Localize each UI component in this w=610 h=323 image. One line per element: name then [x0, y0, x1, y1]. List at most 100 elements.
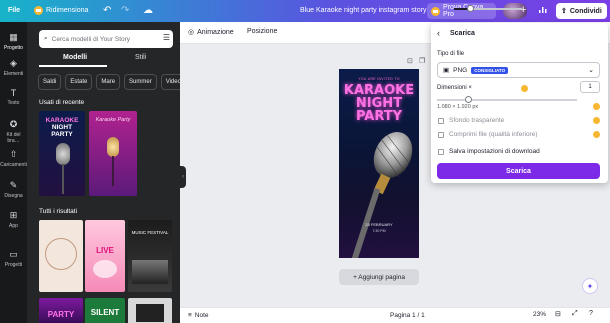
resize-button[interactable]: Ridimensiona	[34, 6, 88, 15]
rail-item-brand[interactable]: ✪ Kit del bra…	[0, 119, 27, 144]
back-icon[interactable]: ‹	[437, 28, 440, 38]
size-slider[interactable]	[437, 96, 577, 103]
search-input[interactable]: ⌕ Cerca modelli di Your Story ☰	[39, 30, 173, 48]
share-button[interactable]: ⇪ Condividi	[556, 3, 607, 19]
file-type-value: PNG	[453, 66, 468, 74]
chip-mare[interactable]: Mare	[96, 74, 121, 90]
file-type-select[interactable]: ▣ PNG CONSIGLIATO ⌄	[437, 62, 600, 78]
recent-title: Usati di recente	[39, 99, 85, 106]
thumb-image	[136, 304, 164, 322]
magic-assistant-icon[interactable]: ✦	[582, 278, 598, 294]
help-icon[interactable]: ?	[589, 310, 593, 317]
design-canvas[interactable]: YOU ARE INVITED TO KARAOKE NIGHT PARTY 2…	[339, 69, 419, 258]
rail-item-uploads[interactable]: ⇧ Caricamenti	[0, 149, 27, 168]
rail-item-project[interactable]: ▦ Progetto	[0, 29, 27, 51]
file-menu[interactable]: File	[8, 7, 20, 14]
duplicate-icon[interactable]: ❐	[419, 57, 425, 65]
share-icon: ⇪	[561, 8, 567, 15]
layout-icon: ▦	[9, 32, 18, 42]
crown-icon	[593, 131, 600, 138]
chip-video[interactable]: Video	[160, 74, 180, 90]
grid-view-icon[interactable]: ⊟	[555, 310, 561, 318]
panel-tabs: Modelli Stili	[39, 54, 179, 68]
download-dialog: ‹ Scarica Tipo di file ▣ PNG CONSIGLIATO…	[431, 23, 608, 183]
chip-saldi[interactable]: Saldi	[38, 74, 62, 90]
position-button[interactable]: Posizione	[247, 28, 277, 35]
zoom-value[interactable]: 23%	[533, 311, 546, 318]
size-multiplier-input[interactable]: 1	[580, 81, 600, 93]
rail-item-projects[interactable]: ▭ Progetti	[0, 249, 27, 268]
text-icon: T	[10, 88, 17, 98]
transparent-bg-checkbox[interactable]	[438, 118, 444, 124]
animation-button[interactable]: ◎ Animazione	[188, 28, 234, 37]
chip-estate[interactable]: Estate	[65, 74, 93, 90]
rail-label: Progetto	[4, 45, 23, 51]
notes-label: Note	[194, 312, 209, 319]
left-rail: ▦ Progetto ◈ Elementi T Testo ✪ Kit del …	[0, 22, 27, 323]
stats-icon[interactable]	[538, 5, 547, 14]
lock-icon[interactable]: ⊡	[407, 57, 413, 65]
thumb-text: SILENT	[90, 308, 120, 317]
download-button[interactable]: Scarica	[437, 163, 600, 179]
template-thumb-silent[interactable]: SILENT	[85, 298, 125, 323]
rail-label: Kit del bra…	[6, 132, 21, 144]
template-thumb-music-festival[interactable]: MUSIC FESTIVAL	[128, 220, 172, 292]
size-pixels: 1.080 × 1.920 px	[437, 104, 479, 110]
file-type-label: Tipo di file	[437, 51, 465, 57]
try-pro-button[interactable]: Prova Canva Pro	[427, 3, 496, 19]
rail-item-draw[interactable]: ✎ Disegna	[0, 180, 27, 199]
rail-label: Progetti	[4, 262, 23, 268]
rail-item-apps[interactable]: ⊞ App	[0, 210, 27, 229]
template-thumb-live[interactable]: LIVE	[85, 220, 125, 292]
tab-models[interactable]: Modelli	[63, 54, 87, 61]
cloud-icon[interactable]: ☁	[143, 5, 153, 16]
size-label: Dimensioni ×	[437, 85, 472, 91]
template-thumb-party-2[interactable]	[128, 298, 172, 323]
design-title[interactable]: Blue Karaoke night party instagram story	[300, 7, 426, 14]
add-page-button[interactable]: + Aggiungi pagina	[339, 269, 419, 285]
thumb-text: LIVE	[96, 246, 114, 255]
animation-label: Animazione	[197, 28, 234, 36]
thumb-text: Karaoke Party	[95, 117, 131, 123]
poster-line-party: PARTY	[355, 109, 403, 124]
thumb-text: PARTY	[51, 131, 73, 138]
search-placeholder: Cerca modelli di Your Story	[51, 35, 131, 43]
templates-panel: ⌕ Cerca modelli di Your Story ☰ Modelli …	[27, 22, 180, 323]
search-icon: ⌕	[44, 35, 48, 42]
template-thumb-karaoke[interactable]: KARAOKE NIGHT PARTY	[39, 111, 85, 196]
template-thumb-party[interactable]: PARTY	[39, 298, 83, 323]
zoom-slider-knob[interactable]	[467, 5, 474, 12]
rail-label: Caricamenti	[0, 162, 27, 168]
chip-summer[interactable]: Summer	[124, 74, 157, 90]
thumb-text: KARAOKE	[45, 117, 79, 124]
poster-date: 25 FEBRUARY	[365, 222, 393, 227]
dialog-title: Scarica	[450, 30, 475, 37]
resize-label: Ridimensiona	[46, 7, 89, 14]
crown-icon	[431, 6, 440, 16]
redo-icon[interactable]: ↷	[121, 5, 129, 16]
rail-item-text[interactable]: T Testo	[0, 88, 27, 106]
rail-item-elements[interactable]: ◈ Elementi	[0, 58, 27, 77]
page-indicator[interactable]: Pagina 1 / 1	[390, 312, 425, 319]
save-settings-checkbox[interactable]	[438, 149, 444, 155]
top-bar: File Ridimensiona ↶ ↷ ☁ Blue Karaoke nig…	[0, 0, 610, 22]
size-slider-knob[interactable]	[465, 96, 472, 103]
brand-icon: ✪	[9, 119, 18, 129]
collapse-panel-handle[interactable]: ‹	[180, 166, 186, 188]
notes-icon: ≡	[188, 312, 192, 319]
add-collaborator-icon[interactable]: +	[520, 4, 526, 16]
template-thumb-circle[interactable]	[39, 220, 83, 292]
decor-blob	[93, 260, 117, 278]
notes-button[interactable]: ≡ Note	[188, 312, 209, 319]
draw-icon: ✎	[9, 180, 18, 190]
undo-icon[interactable]: ↶	[103, 5, 111, 16]
zoom-slider[interactable]	[454, 5, 522, 12]
thumb-text: NIGHT	[51, 124, 73, 131]
compress-checkbox[interactable]	[438, 132, 444, 138]
fullscreen-icon[interactable]: ⤢	[572, 310, 578, 318]
apps-icon: ⊞	[9, 210, 18, 220]
template-thumb-karaoke-party[interactable]: Karaoke Party	[89, 111, 137, 196]
chevron-down-icon: ⌄	[588, 67, 594, 74]
filter-icon[interactable]: ☰	[163, 33, 170, 42]
tab-styles[interactable]: Stili	[135, 54, 146, 61]
